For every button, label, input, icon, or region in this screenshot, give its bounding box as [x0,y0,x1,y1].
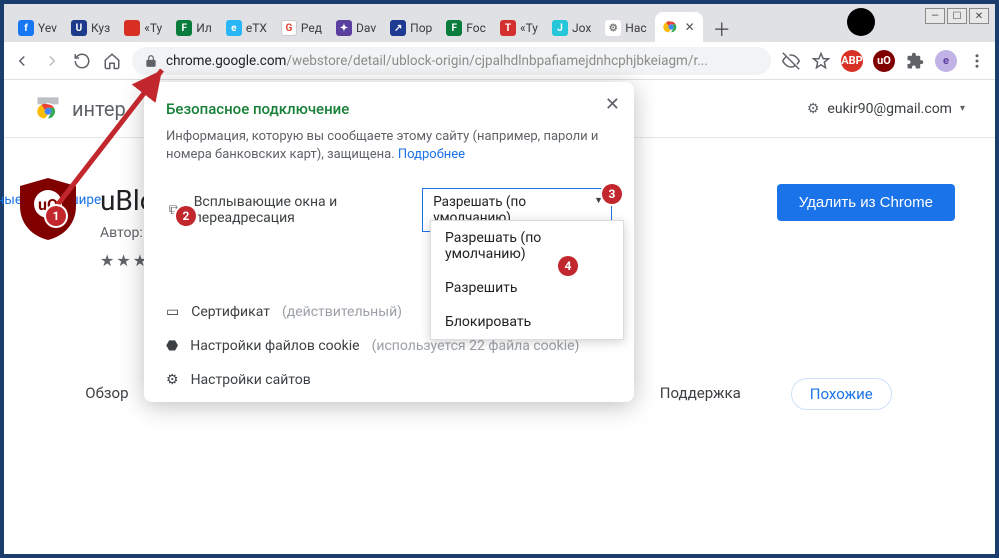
permission-dropdown: Разрешать (по умолчанию) Разрешить Блоки… [430,220,624,340]
tab-5[interactable]: G Ред [275,14,328,42]
url-host: chrome.google.com [166,53,286,69]
site-icon: e [226,20,242,36]
active-tab[interactable]: ✕ [655,12,703,42]
tab-label: Dav [356,21,376,35]
gear-icon: ⚙ [605,20,621,36]
annotation-bubble-1: 1 [46,206,66,226]
tab-label: «Ту [520,21,538,35]
permission-label: Всплывающие окна и переадресация [194,194,411,226]
site-icon: U [71,20,87,36]
popup-title: Безопасное подключение [166,100,612,118]
site-settings-row[interactable]: ⚙ Настройки сайтов [166,372,612,388]
profile-avatar[interactable] [847,8,875,36]
ublock-extension-icon[interactable]: uO [873,50,895,72]
chrome-webstore-icon [34,95,62,123]
tab-support[interactable]: Поддержка [658,378,743,410]
tab-label: Нас [625,21,646,35]
site-icon: ✦ [336,20,352,36]
browser-toolbar: chrome.google.com/webstore/detail/ublock… [4,42,995,80]
star-icon[interactable] [811,51,831,71]
dropdown-option[interactable]: Разрешить [431,271,623,305]
tab-4[interactable]: eeTX [220,14,273,42]
tab-label: Jox [572,21,591,35]
tab-6[interactable]: ✦ Dav [330,14,382,42]
site-icon: F [446,20,462,36]
facebook-icon: f [18,20,34,36]
back-button[interactable] [12,51,32,71]
certificate-status: (действительный) [282,304,402,320]
maximize-button[interactable]: ☐ [947,8,967,24]
address-bar[interactable]: chrome.google.com/webstore/detail/ublock… [132,47,771,75]
cookies-count: (используется 22 файла cookie) [372,338,580,354]
store-title-block: интер [34,95,126,123]
tab-related[interactable]: Похожие [791,378,892,410]
site-icon: ↗ [390,20,406,36]
tab-8[interactable]: F Foc [440,14,492,42]
cookie-icon: ⬣ [166,338,178,354]
tab-1[interactable]: U Куз [65,14,116,42]
cookies-row[interactable]: ⬣ Настройки файлов cookie (используется … [166,338,612,354]
home-button[interactable] [102,51,122,71]
tab-label: Foc [466,21,486,35]
cookies-label: Настройки файлов cookie [190,338,359,354]
dropdown-option[interactable]: Блокировать [431,305,623,339]
eye-off-icon[interactable] [781,51,801,71]
profile-badge-icon[interactable]: e [935,50,957,72]
user-block[interactable]: ⚙ eukir90@gmail.com ▾ [807,101,965,117]
close-tab-icon[interactable]: ✕ [685,20,695,34]
certificate-label: Сертификат [191,304,270,320]
chevron-down-icon: ▾ [960,103,965,114]
tab-10[interactable]: J Jox [546,14,597,42]
tab-0[interactable]: f Yev [12,14,63,42]
minimize-button[interactable]: — [925,8,945,24]
popup-close-button[interactable]: ✕ [605,94,620,115]
annotation-bubble-4: 4 [558,256,578,276]
site-icon: T [500,20,516,36]
tab-label: «Ту [144,21,162,35]
gear-icon[interactable]: ⚙ [807,101,820,117]
site-icon [124,20,140,36]
reload-button[interactable] [72,51,92,71]
forward-button[interactable] [42,51,62,71]
extensions-puzzle-icon[interactable] [905,51,925,71]
user-email: eukir90@gmail.com [827,101,952,117]
site-icon: F [176,20,192,36]
tab-11[interactable]: ⚙ Нас [599,14,652,42]
google-icon: G [281,20,297,36]
tab-label: Yev [38,21,57,35]
url-path: /webstore/detail/ublock-origin/cjpalhdln… [286,53,708,69]
learn-more-link[interactable]: Подробнее [398,147,465,162]
dropdown-option[interactable]: Разрешать (по умолчанию) [431,221,623,271]
tab-7[interactable]: ↗ Пор [384,14,438,42]
window-controls: — ☐ ✕ [925,8,989,24]
store-title: интер [72,97,126,121]
tab-label: Пор [410,21,432,35]
certificate-icon: ▭ [166,304,179,320]
tab-label: Ред [301,21,322,35]
tab-2[interactable]: «Ту [118,14,168,42]
tab-3[interactable]: F Ил [170,14,218,42]
lock-icon [144,54,158,68]
tab-label: Куз [91,21,110,35]
close-window-button[interactable]: ✕ [969,8,989,24]
site-settings-label: Настройки сайтов [191,372,311,388]
tab-label: Ил [196,21,212,35]
chrome-icon [663,19,679,35]
annotation-bubble-2: 2 [176,206,196,226]
remove-from-chrome-button[interactable]: Удалить из Chrome [777,184,955,221]
site-icon: J [552,20,568,36]
annotation-bubble-3: 3 [602,184,622,204]
browser-tabstrip: fYev UКуз «Ту FИл eeTX GРед ✦Dav ↗Пор FF… [4,4,995,42]
popup-body: Информация, которую вы сообщаете этому с… [166,128,612,164]
tab-9[interactable]: T «Ту [494,14,544,42]
kebab-menu-icon[interactable] [967,51,987,71]
abp-extension-icon[interactable]: ABP [841,50,863,72]
tab-label: eTX [246,21,267,35]
gear-icon: ⚙ [166,372,179,388]
new-tab-button[interactable]: ＋ [709,16,735,42]
tab-overview[interactable]: Обзор [83,378,130,410]
